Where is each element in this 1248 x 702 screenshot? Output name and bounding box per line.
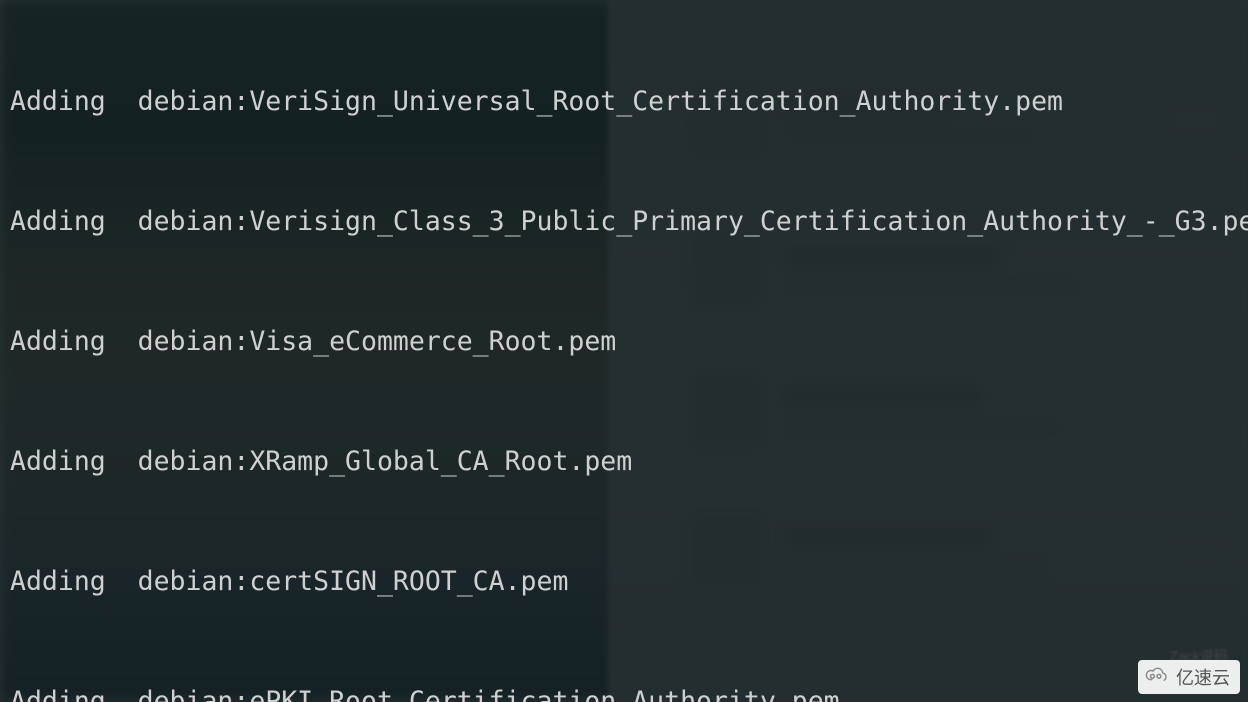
terminal-output-line: Adding debian:XRamp_Global_CA_Root.pem [10, 442, 1248, 482]
watermark-text: 亿速云 [1176, 664, 1230, 690]
terminal-output-line: Adding debian:Visa_eCommerce_Root.pem [10, 322, 1248, 362]
terminal-output-line: Adding debian:certSIGN_ROOT_CA.pem [10, 562, 1248, 602]
watermark-badge: 亿速云 [1138, 660, 1240, 694]
terminal-output-line: Adding debian:VeriSign_Universal_Root_Ce… [10, 82, 1248, 122]
terminal-window[interactable]: Adding debian:VeriSign_Universal_Root_Ce… [0, 0, 1248, 702]
terminal-output-line: Adding debian:Verisign_Class_3_Public_Pr… [10, 202, 1248, 242]
terminal-output-line: Adding debian:ePKI_Root_Certification_Au… [10, 682, 1248, 702]
cloud-icon [1144, 665, 1170, 690]
